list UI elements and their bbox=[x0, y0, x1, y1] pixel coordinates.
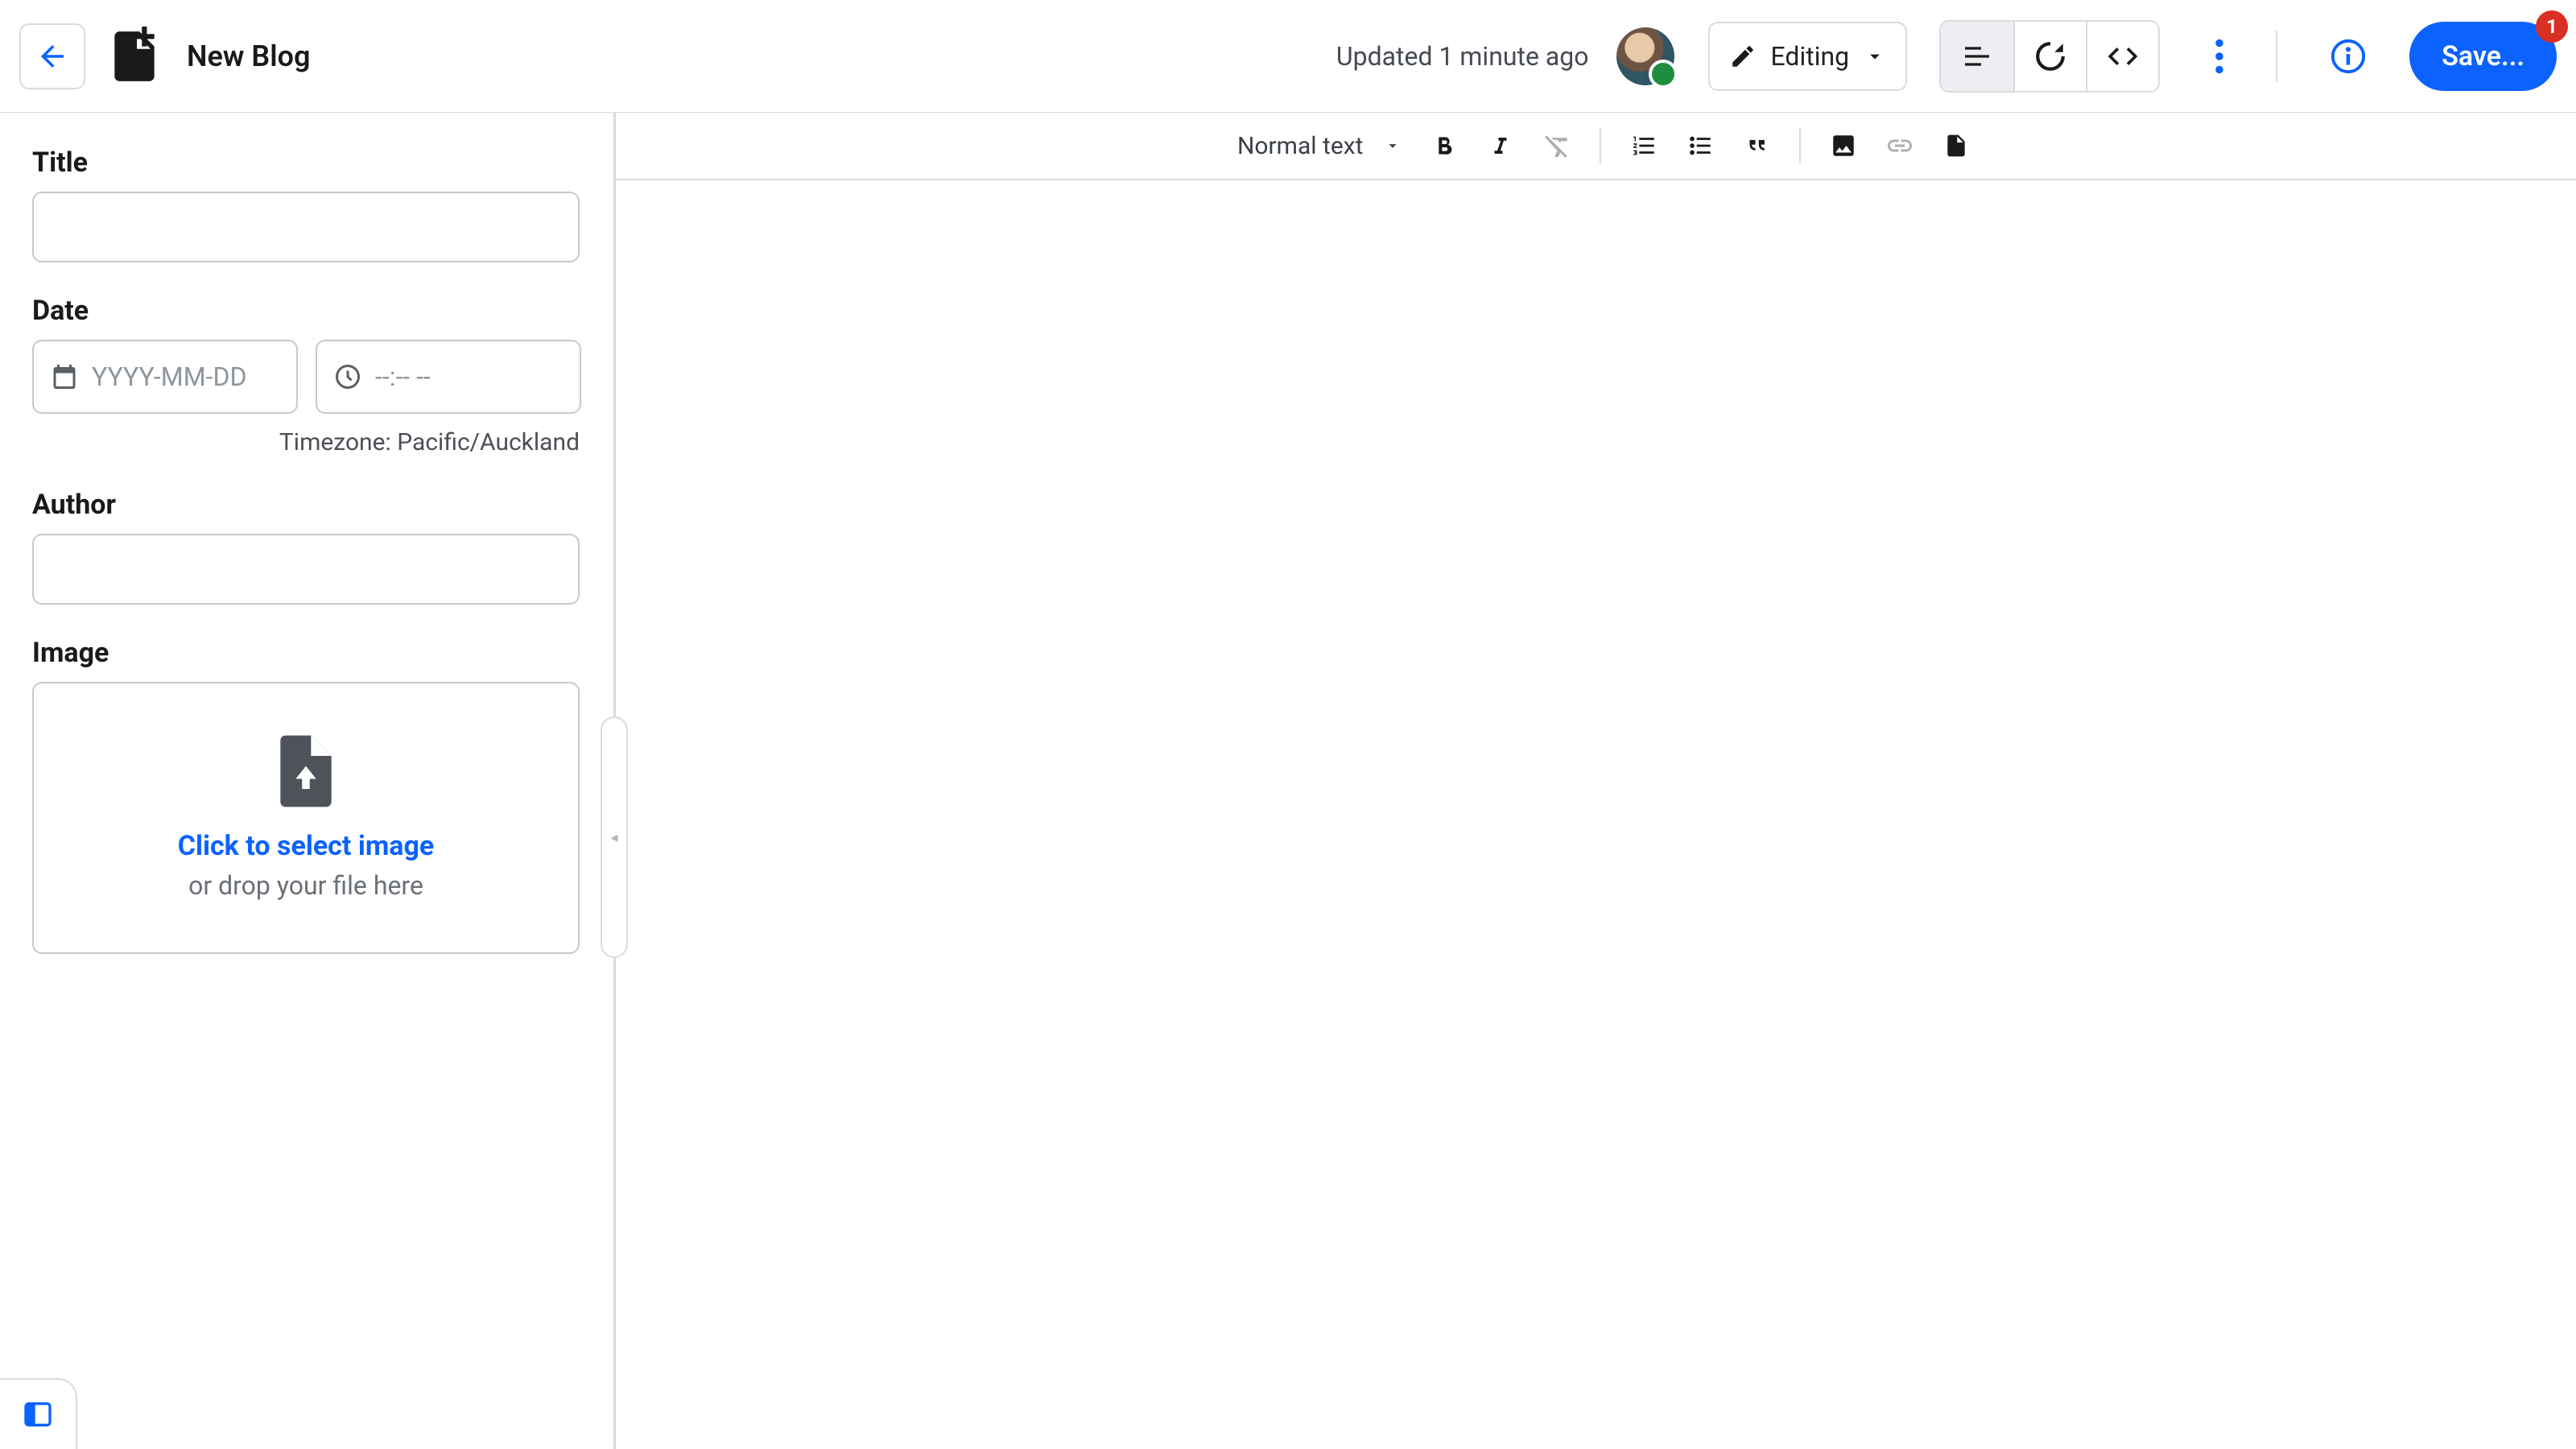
author-field: Author bbox=[32, 489, 581, 605]
back-button[interactable] bbox=[19, 23, 85, 89]
view-switcher bbox=[1939, 20, 2160, 93]
unordered-list-button[interactable] bbox=[1675, 123, 1725, 168]
author-label: Author bbox=[32, 489, 581, 521]
more-menu-button[interactable] bbox=[2194, 31, 2245, 82]
time-input[interactable]: --:-- -- bbox=[316, 340, 581, 414]
image-label: Image bbox=[32, 637, 581, 669]
title-field: Title bbox=[32, 147, 581, 262]
pencil-icon bbox=[1729, 43, 1757, 70]
chevron-down-icon bbox=[1864, 45, 1886, 68]
clear-format-button[interactable] bbox=[1532, 123, 1582, 168]
insert-snippet-button[interactable] bbox=[1931, 123, 1981, 168]
clock-icon bbox=[333, 362, 362, 391]
panel-tab-button[interactable] bbox=[0, 1378, 77, 1449]
editor-area: Normal text bbox=[616, 113, 2576, 1449]
editing-mode-button[interactable]: Editing bbox=[1708, 22, 1908, 91]
editor-toolbar: Normal text bbox=[616, 113, 2576, 180]
panel-icon bbox=[22, 1398, 54, 1430]
clear-format-icon bbox=[1543, 132, 1571, 159]
arrow-left-icon bbox=[35, 39, 69, 73]
calendar-icon bbox=[50, 362, 79, 391]
timezone-text: Timezone: Pacific/Auckland bbox=[32, 428, 580, 456]
time-placeholder: --:-- -- bbox=[375, 361, 431, 392]
date-field: Date YYYY-MM-DD --:-- -- Timezone: Pacif… bbox=[32, 295, 581, 456]
italic-button[interactable] bbox=[1476, 123, 1525, 168]
date-input[interactable]: YYYY-MM-DD bbox=[32, 340, 298, 414]
editor-canvas[interactable] bbox=[616, 180, 2576, 1449]
chevron-down-icon bbox=[1384, 137, 1402, 155]
date-placeholder: YYYY-MM-DD bbox=[92, 361, 246, 392]
blockquote-button[interactable] bbox=[1732, 123, 1781, 168]
header-divider bbox=[2276, 31, 2277, 82]
view-code-button[interactable] bbox=[2086, 22, 2158, 91]
updated-status: Updated 1 minute ago bbox=[1336, 41, 1589, 72]
page-title: New Blog bbox=[187, 39, 310, 73]
info-button[interactable] bbox=[2322, 31, 2374, 82]
author-input[interactable] bbox=[32, 534, 580, 605]
dropzone-drop-text: or drop your file here bbox=[188, 870, 423, 901]
bold-icon bbox=[1431, 133, 1457, 159]
date-label: Date bbox=[32, 295, 581, 327]
view-content-button[interactable] bbox=[1941, 22, 2013, 91]
toolbar-divider bbox=[1600, 128, 1601, 163]
new-document-icon bbox=[105, 27, 164, 86]
insert-link-button[interactable] bbox=[1875, 123, 1925, 168]
content-view-icon bbox=[1961, 40, 1993, 72]
dropzone-click-text: Click to select image bbox=[178, 830, 435, 862]
view-data-button[interactable] bbox=[2013, 22, 2086, 91]
unordered-list-icon bbox=[1686, 132, 1714, 159]
save-button[interactable]: Save... 1 bbox=[2409, 22, 2557, 91]
text-style-label: Normal text bbox=[1237, 132, 1363, 160]
text-style-select[interactable]: Normal text bbox=[1226, 132, 1413, 160]
editing-mode-label: Editing bbox=[1771, 41, 1850, 72]
code-icon bbox=[2105, 39, 2140, 74]
image-dropzone[interactable]: Click to select image or drop your file … bbox=[32, 682, 580, 954]
sidebar-resize-handle[interactable]: ◂ bbox=[601, 716, 628, 958]
save-badge: 1 bbox=[2536, 10, 2568, 43]
italic-icon bbox=[1488, 134, 1513, 158]
title-label: Title bbox=[32, 147, 581, 179]
image-field: Image Click to select image or drop your… bbox=[32, 637, 581, 954]
ordered-list-button[interactable] bbox=[1619, 123, 1669, 168]
data-sync-icon bbox=[2033, 39, 2067, 73]
app-header: New Blog Updated 1 minute ago Editing Sa… bbox=[0, 0, 2576, 113]
title-input[interactable] bbox=[32, 192, 580, 262]
chevron-left-icon: ◂ bbox=[610, 829, 617, 846]
user-avatar[interactable] bbox=[1616, 27, 1674, 85]
more-vertical-icon bbox=[2215, 39, 2224, 74]
info-icon bbox=[2330, 38, 2367, 75]
insert-image-button[interactable] bbox=[1818, 123, 1868, 168]
file-upload-icon bbox=[275, 735, 336, 807]
quote-icon bbox=[1743, 132, 1770, 159]
link-icon bbox=[1885, 131, 1914, 160]
toolbar-divider bbox=[1799, 128, 1801, 163]
image-icon bbox=[1830, 132, 1857, 159]
snippet-icon bbox=[1943, 133, 1969, 159]
metadata-sidebar: Title Date YYYY-MM-DD --:-- -- Timezone:… bbox=[0, 113, 616, 1449]
ordered-list-icon bbox=[1630, 132, 1657, 159]
bold-button[interactable] bbox=[1419, 123, 1469, 168]
save-button-label: Save... bbox=[2442, 40, 2524, 72]
